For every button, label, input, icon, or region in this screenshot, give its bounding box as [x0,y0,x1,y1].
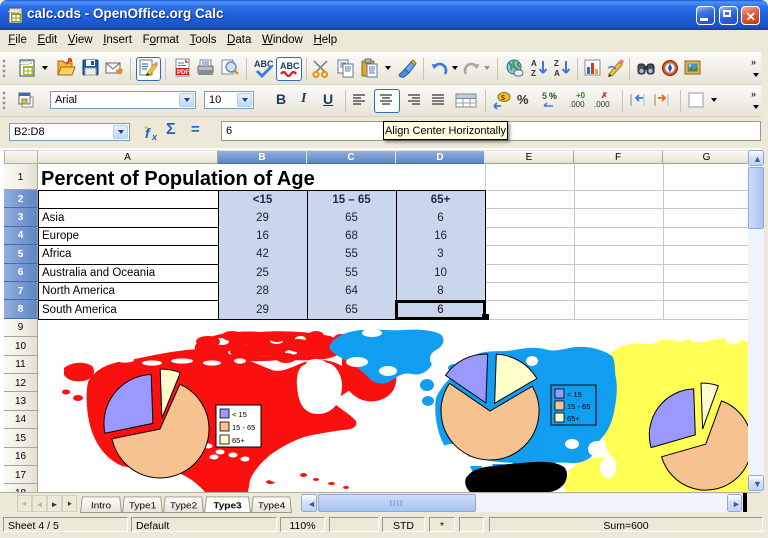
svg-text:15 - 65: 15 - 65 [567,402,590,411]
svg-text:Z: Z [554,59,559,68]
svg-text:A: A [531,59,537,68]
svg-text:.000: .000 [569,100,585,109]
svg-text:x: x [151,132,158,142]
svg-text:< 15: < 15 [567,390,582,399]
svg-text:15 - 65: 15 - 65 [232,423,255,432]
svg-text:65+: 65+ [232,436,245,445]
svg-text:.000: .000 [594,100,610,109]
svg-text:Z: Z [531,69,536,78]
svg-text:A: A [554,69,560,78]
svg-text:65+: 65+ [567,414,580,423]
svg-text:✗: ✗ [601,91,608,100]
svg-text:+0: +0 [576,91,586,100]
svg-text:PDF: PDF [177,70,189,76]
svg-text:5: 5 [542,91,547,101]
svg-text:$: $ [501,95,505,102]
svg-text:%: % [549,91,557,101]
svg-text:< 15: < 15 [232,410,247,419]
svg-text:ABC: ABC [280,61,300,71]
